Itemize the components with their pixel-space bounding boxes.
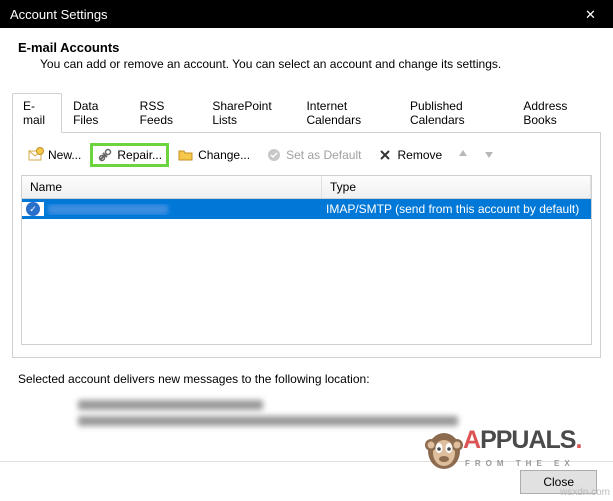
delivery-location-redacted-1	[78, 400, 263, 410]
footer: Close	[0, 461, 613, 501]
close-icon: ✕	[585, 8, 596, 21]
account-name-redacted	[48, 204, 168, 215]
toolbar: New... Repair... Change... Set as Defaul…	[21, 141, 592, 175]
arrow-down-icon	[483, 148, 495, 163]
column-header-name[interactable]: Name	[22, 176, 322, 198]
default-check-icon: ✓	[26, 202, 40, 216]
titlebar: Account Settings ✕	[0, 0, 613, 28]
set-default-label: Set as Default	[286, 148, 361, 162]
row-default-indicator: ✓	[22, 202, 44, 216]
account-list: Name Type ✓ IMAP/SMTP (send from this ac…	[21, 175, 592, 345]
tab-rss-feeds[interactable]: RSS Feeds	[129, 93, 202, 132]
header-section: E-mail Accounts You can add or remove an…	[0, 28, 613, 85]
remove-x-icon	[377, 147, 393, 163]
delivery-location-redacted-2	[78, 416, 458, 426]
watermark-brand: APPUALS.	[463, 426, 581, 455]
tab-address-books[interactable]: Address Books	[512, 93, 601, 132]
check-circle-icon	[266, 147, 282, 163]
delivery-text: Selected account delivers new messages t…	[18, 372, 595, 386]
move-down-button	[477, 144, 501, 167]
change-button[interactable]: Change...	[171, 143, 257, 167]
repair-button-label: Repair...	[117, 148, 162, 162]
remove-button[interactable]: Remove	[370, 143, 449, 167]
site-watermark: wsxdn.com	[560, 487, 610, 498]
account-row[interactable]: ✓ IMAP/SMTP (send from this account by d…	[22, 199, 591, 219]
list-body: ✓ IMAP/SMTP (send from this account by d…	[22, 199, 591, 344]
window-close-button[interactable]: ✕	[568, 0, 613, 28]
tab-email[interactable]: E-mail	[12, 93, 62, 133]
window-title: Account Settings	[10, 7, 108, 22]
list-header: Name Type	[22, 176, 591, 199]
tab-internet-calendars[interactable]: Internet Calendars	[295, 93, 399, 132]
new-mail-icon	[28, 147, 44, 163]
repair-icon	[97, 147, 113, 163]
column-header-type[interactable]: Type	[322, 176, 591, 198]
header-subtitle: You can add or remove an account. You ca…	[18, 57, 595, 71]
account-type-cell: IMAP/SMTP (send from this account by def…	[322, 202, 591, 216]
delivery-details	[18, 400, 595, 426]
delivery-section: Selected account delivers new messages t…	[18, 372, 595, 426]
new-button[interactable]: New...	[21, 143, 88, 167]
arrow-up-icon	[457, 148, 469, 163]
tabs-container: E-mail Data Files RSS Feeds SharePoint L…	[12, 93, 601, 133]
tab-content: New... Repair... Change... Set as Defaul…	[12, 133, 601, 358]
remove-button-label: Remove	[397, 148, 442, 162]
set-default-button: Set as Default	[259, 143, 368, 167]
change-button-label: Change...	[198, 148, 250, 162]
new-button-label: New...	[48, 148, 81, 162]
repair-button[interactable]: Repair...	[90, 143, 169, 167]
move-up-button	[451, 144, 475, 167]
account-name-cell	[44, 204, 322, 215]
tab-data-files[interactable]: Data Files	[62, 93, 129, 132]
tab-sharepoint-lists[interactable]: SharePoint Lists	[201, 93, 295, 132]
change-folder-icon	[178, 147, 194, 163]
tab-published-calendars[interactable]: Published Calendars	[399, 93, 512, 132]
header-title: E-mail Accounts	[18, 40, 595, 55]
